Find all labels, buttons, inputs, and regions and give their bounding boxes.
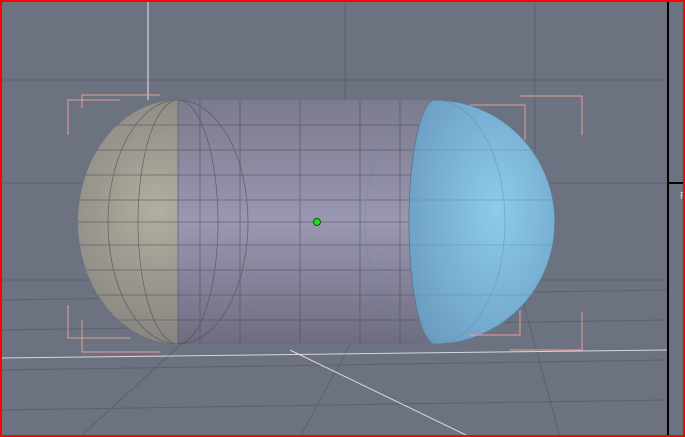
axis-line-horizontal bbox=[0, 349, 668, 359]
viewport-canvas[interactable] bbox=[0, 0, 685, 437]
panel-divider-tick bbox=[669, 182, 683, 184]
capsule-end-cap-selected[interactable] bbox=[408, 99, 556, 345]
panel-divider[interactable] bbox=[667, 2, 669, 435]
capsule-object[interactable] bbox=[70, 99, 556, 345]
side-panel-label: F bbox=[680, 191, 685, 202]
pivot-point[interactable] bbox=[313, 218, 321, 226]
3d-viewport[interactable]: F bbox=[0, 0, 685, 437]
